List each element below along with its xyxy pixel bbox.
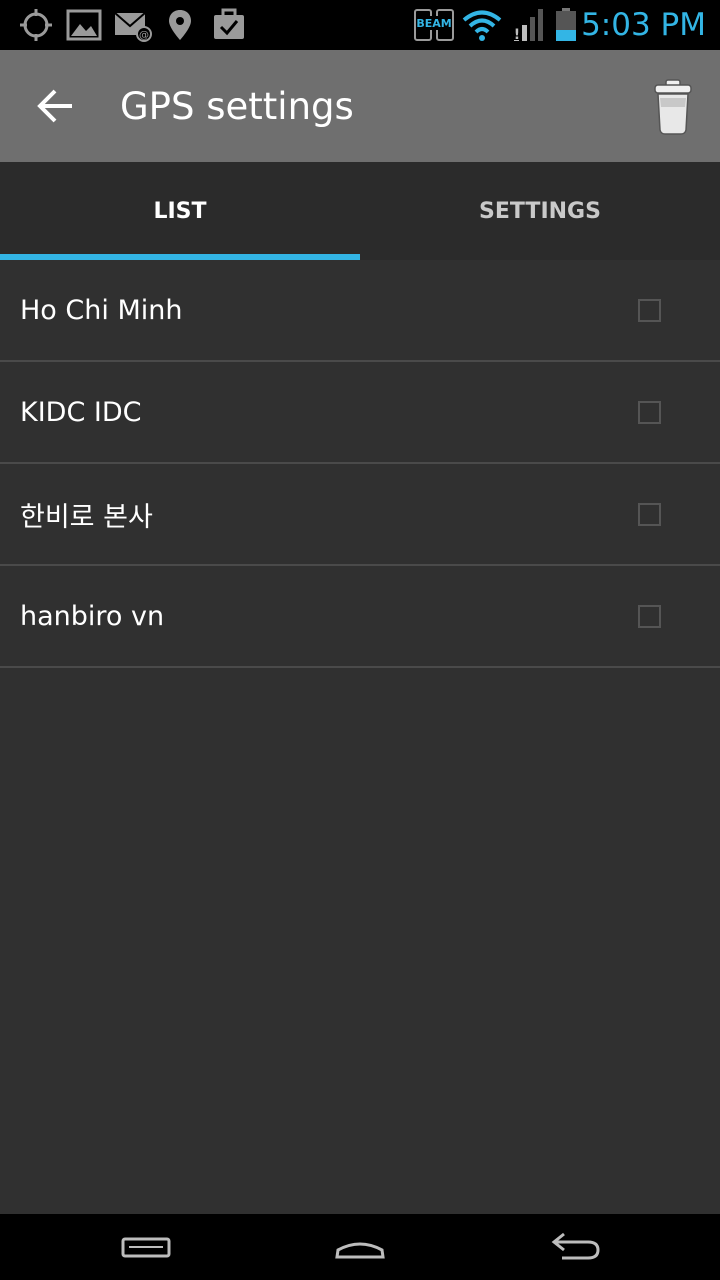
svg-text:!: !: [514, 27, 520, 42]
list-item[interactable]: hanbiro vn: [0, 566, 720, 668]
status-bar: @ BEAM ! 5:03 PM: [0, 0, 720, 50]
action-bar: GPS settings: [0, 50, 720, 162]
arrow-back-icon[interactable]: [28, 78, 84, 134]
list-item-checkbox[interactable]: [638, 298, 661, 322]
list-item[interactable]: Ho Chi Minh: [0, 260, 720, 362]
gps-icon: [20, 9, 52, 41]
email-icon: @: [114, 12, 152, 42]
navigation-bar: [0, 1214, 720, 1280]
trash-icon[interactable]: [646, 76, 700, 136]
location-pin-icon: [169, 10, 191, 40]
list-item-checkbox[interactable]: [638, 400, 661, 424]
tab-settings[interactable]: SETTINGS: [360, 162, 720, 260]
tab-settings-label: SETTINGS: [479, 198, 601, 224]
tab-list[interactable]: LIST: [0, 162, 360, 260]
page-title: GPS settings: [120, 85, 354, 128]
home-icon[interactable]: [330, 1228, 390, 1268]
list-item-label: hanbiro vn: [20, 600, 165, 632]
list-item-checkbox[interactable]: [638, 502, 661, 526]
list-item-label: 한비로 본사: [20, 501, 153, 533]
list-item-label: KIDC IDC: [20, 396, 142, 428]
list-item[interactable]: 한비로 본사: [0, 464, 720, 566]
beam-label: BEAM: [416, 17, 451, 30]
wifi-icon: [462, 10, 502, 41]
location-list: Ho Chi Minh KIDC IDC 한비로 본사 hanbiro vn: [0, 260, 720, 1214]
status-time: 5:03 PM: [581, 7, 706, 43]
tab-bar: LIST SETTINGS: [0, 162, 720, 260]
list-item[interactable]: KIDC IDC: [0, 362, 720, 464]
list-item-checkbox[interactable]: [638, 604, 661, 628]
list-item-label: Ho Chi Minh: [20, 294, 183, 326]
beam-icon: BEAM: [414, 9, 454, 41]
back-icon[interactable]: [544, 1228, 604, 1268]
signal-icon: !: [513, 9, 543, 42]
image-icon: [66, 9, 102, 41]
recent-apps-icon[interactable]: [116, 1228, 176, 1268]
battery-icon: [556, 8, 576, 41]
tab-list-label: LIST: [153, 198, 207, 224]
svg-text:@: @: [139, 30, 149, 41]
task-icon: [214, 8, 244, 39]
